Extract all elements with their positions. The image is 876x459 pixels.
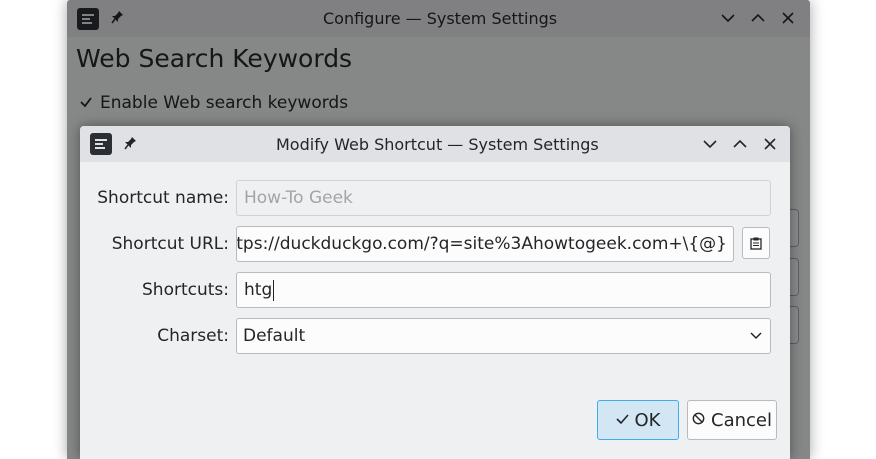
cancel-button[interactable]: Cancel <box>687 400 777 440</box>
dialog-titlebar: Modify Web Shortcut — System Settings <box>80 126 790 162</box>
charset-label: Charset: <box>157 326 229 346</box>
checkmark-icon <box>615 413 629 428</box>
shortcut-url-value: nttps://duckduckgo.com/?q=site%3Ahowtoge… <box>236 234 727 254</box>
charset-value: Default <box>243 326 306 346</box>
pin-icon[interactable] <box>124 136 137 154</box>
cancel-icon <box>692 412 705 428</box>
clipboard-button[interactable] <box>742 227 770 259</box>
ok-button[interactable]: OK <box>597 400 679 440</box>
chevron-down-icon[interactable] <box>699 133 721 155</box>
shortcut-name-label: Shortcut name: <box>97 188 229 208</box>
shortcut-name-field: How-To Geek <box>236 180 771 216</box>
clipboard-icon <box>750 237 762 250</box>
shortcuts-label: Shortcuts: <box>142 280 229 300</box>
dialog-title: Modify Web Shortcut — System Settings <box>276 135 599 154</box>
modify-web-shortcut-dialog: Modify Web Shortcut — System Settings Sh… <box>80 126 790 459</box>
system-settings-icon[interactable] <box>90 133 112 155</box>
cancel-button-label: Cancel <box>711 409 772 431</box>
chevron-down-icon <box>750 332 762 340</box>
shortcuts-value: htg <box>244 280 273 300</box>
close-icon[interactable] <box>759 133 781 155</box>
chevron-up-icon[interactable] <box>729 133 751 155</box>
shortcut-url-label: Shortcut URL: <box>111 234 229 254</box>
ok-button-label: OK <box>634 409 661 431</box>
text-caret <box>273 279 275 301</box>
shortcuts-input[interactable]: htg <box>236 272 771 308</box>
shortcut-url-field[interactable]: nttps://duckduckgo.com/?q=site%3Ahowtoge… <box>236 226 734 262</box>
charset-select[interactable]: Default <box>236 318 771 354</box>
